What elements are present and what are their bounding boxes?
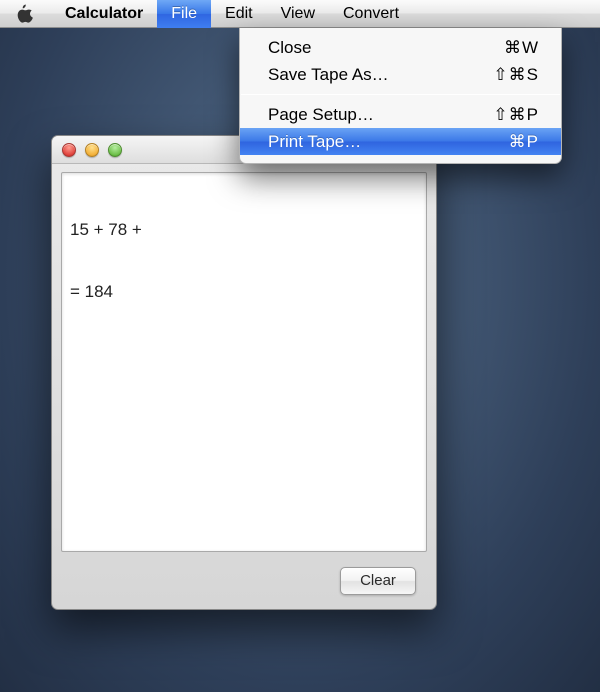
tape-text-area[interactable]: 15 + 78 + = 184 <box>61 172 427 552</box>
menu-item-shortcut: ⌘W <box>496 34 539 61</box>
tape-line: = 184 <box>70 281 418 303</box>
menu-file[interactable]: File <box>157 0 211 28</box>
menu-bar: Calculator File Edit View Convert <box>0 0 600 28</box>
menu-item-label: Close <box>268 34 311 61</box>
menu-item-print-tape[interactable]: Print Tape… ⌘P <box>240 128 561 155</box>
menu-item-close[interactable]: Close ⌘W <box>240 34 561 61</box>
menu-item-page-setup[interactable]: Page Setup… ⇧⌘P <box>240 101 561 128</box>
paper-tape-window: 15 + 78 + = 184 Clear <box>51 135 437 610</box>
menu-convert[interactable]: Convert <box>329 0 413 28</box>
apple-menu-icon[interactable] <box>14 3 33 25</box>
menu-item-shortcut: ⌘P <box>501 128 539 155</box>
clear-button[interactable]: Clear <box>340 567 416 595</box>
app-name: Calculator <box>51 0 157 28</box>
menu-item-shortcut: ⇧⌘P <box>485 101 539 128</box>
tape-line: 15 + 78 + <box>70 219 418 241</box>
minimize-icon[interactable] <box>85 143 99 157</box>
zoom-icon[interactable] <box>108 143 122 157</box>
menu-item-save-tape-as[interactable]: Save Tape As… ⇧⌘S <box>240 61 561 88</box>
menu-item-label: Print Tape… <box>268 128 361 155</box>
menu-separator <box>241 94 560 95</box>
menu-view[interactable]: View <box>267 0 329 28</box>
close-icon[interactable] <box>62 143 76 157</box>
menu-item-shortcut: ⇧⌘S <box>485 61 539 88</box>
menu-edit[interactable]: Edit <box>211 0 267 28</box>
menu-item-label: Page Setup… <box>268 101 374 128</box>
menu-item-label: Save Tape As… <box>268 61 389 88</box>
file-menu-dropdown: Close ⌘W Save Tape As… ⇧⌘S Page Setup… ⇧… <box>239 28 562 164</box>
